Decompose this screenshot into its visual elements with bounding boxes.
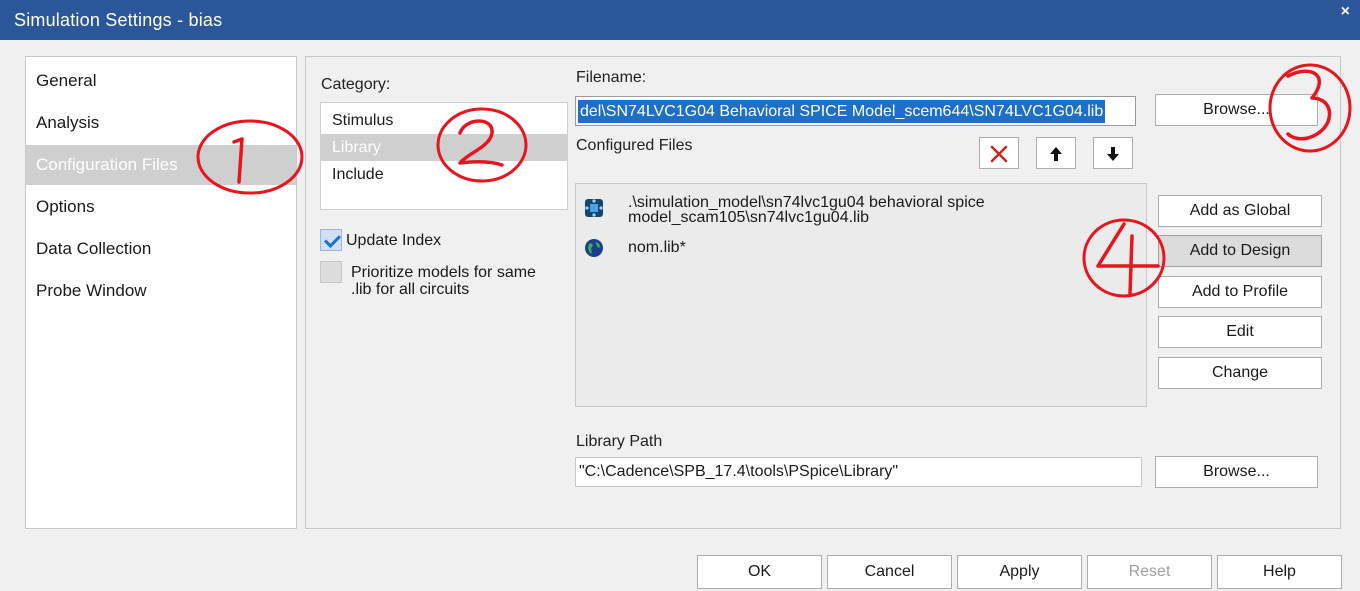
library-path-input[interactable]: "C:\Cadence\SPB_17.4\tools\PSpice\Librar… [575, 457, 1142, 487]
category-item-stimulus[interactable]: Stimulus [321, 107, 567, 134]
category-label: Category: [321, 76, 391, 93]
nav-item-general[interactable]: General [26, 61, 296, 101]
file-path: .\simulation_model\sn74lvc1gu04 behavior… [628, 194, 985, 226]
filename-value: del\SN74LVC1G04 Behavioral SPICE Model_s… [578, 100, 1106, 123]
move-up-button[interactable] [1036, 137, 1076, 169]
apply-button[interactable]: Apply [957, 555, 1082, 589]
ok-button[interactable]: OK [697, 555, 822, 589]
nav-item-data-collection[interactable]: Data Collection [26, 229, 296, 269]
reset-button[interactable]: Reset [1087, 555, 1212, 589]
change-button[interactable]: Change [1158, 357, 1322, 389]
help-button[interactable]: Help [1217, 555, 1342, 589]
close-icon[interactable]: × [1341, 3, 1350, 21]
list-item[interactable]: .\simulation_model\sn74lvc1gu04 behavior… [576, 192, 1146, 228]
add-as-global-button[interactable]: Add as Global [1158, 195, 1322, 227]
arrow-up-icon [1050, 147, 1062, 161]
library-path-browse-button[interactable]: Browse... [1155, 456, 1318, 488]
global-library-icon [585, 239, 603, 257]
add-to-design-button[interactable]: Add to Design [1158, 235, 1322, 267]
category-item-library[interactable]: Library [321, 134, 567, 161]
filename-browse-button[interactable]: Browse... [1155, 94, 1318, 126]
category-item-include[interactable]: Include [321, 161, 567, 188]
nav-item-options[interactable]: Options [26, 187, 296, 227]
file-path: nom.lib* [628, 239, 686, 256]
edit-button[interactable]: Edit [1158, 316, 1322, 348]
design-library-icon [585, 199, 603, 217]
list-item[interactable]: nom.lib* [576, 234, 1146, 260]
filename-input[interactable]: del\SN74LVC1G04 Behavioral SPICE Model_s… [575, 96, 1136, 126]
title-bar: Simulation Settings - bias × [0, 0, 1360, 40]
prioritize-models-checkbox[interactable] [320, 261, 342, 283]
category-list: Stimulus Library Include [320, 102, 568, 210]
prioritize-models-label: Prioritize models for same .lib for all … [351, 264, 536, 298]
move-down-button[interactable] [1093, 137, 1133, 169]
nav-item-analysis[interactable]: Analysis [26, 103, 296, 143]
library-path-label: Library Path [576, 433, 663, 450]
settings-nav: General Analysis Configuration Files Opt… [25, 56, 297, 529]
window-title: Simulation Settings - bias [14, 10, 223, 30]
add-to-profile-button[interactable]: Add to Profile [1158, 276, 1322, 308]
nav-item-probe-window[interactable]: Probe Window [26, 271, 296, 311]
delete-file-button[interactable] [979, 137, 1019, 169]
delete-x-icon [990, 145, 1008, 163]
cancel-button[interactable]: Cancel [827, 555, 952, 589]
filename-label: Filename: [576, 69, 647, 86]
update-index-label: Update Index [346, 232, 442, 249]
update-index-checkbox[interactable] [320, 229, 342, 251]
configured-files-list: .\simulation_model\sn74lvc1gu04 behavior… [575, 183, 1147, 407]
configured-files-label: Configured Files [576, 137, 693, 154]
nav-item-configuration-files[interactable]: Configuration Files [26, 145, 296, 185]
arrow-down-icon [1107, 147, 1119, 161]
